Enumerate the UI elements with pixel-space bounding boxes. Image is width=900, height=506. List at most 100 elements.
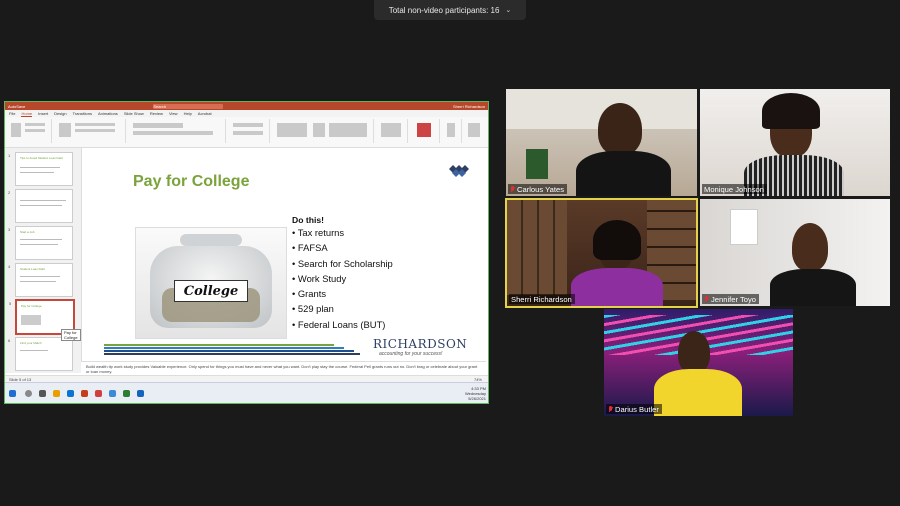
chrome-browser-icon[interactable] [95, 390, 102, 397]
jar-label: College [174, 280, 248, 302]
list-item: • Tax returns [292, 227, 345, 238]
list-item: • Work Study [292, 272, 347, 284]
drawing-group[interactable] [273, 119, 374, 143]
participant-name-label: Monique Johnson [702, 184, 767, 194]
slides-group[interactable] [55, 119, 126, 143]
paragraph-group[interactable] [229, 119, 270, 143]
windows-taskbar: 4:33 PM Wednesday 5/26/2021 [5, 382, 488, 403]
participant-torso [770, 269, 856, 306]
thumb-title: Find your Match [20, 341, 42, 345]
system-clock[interactable]: 4:33 PM Wednesday 5/26/2021 [465, 386, 486, 401]
menu-transitions[interactable]: Transitions [73, 111, 92, 116]
participant-name-label: Jennifer Toyo [702, 294, 760, 304]
edge-browser-icon[interactable] [67, 390, 74, 397]
designer-group[interactable] [463, 119, 485, 143]
thumbnail-tooltip: Pay for College [61, 329, 81, 341]
windows-start-icon[interactable] [9, 390, 16, 397]
do-this-list: Do this! • Tax returns • FAFSA • Search … [292, 215, 393, 334]
participant-name-label: Darius Butler [606, 404, 662, 414]
college-jar-image: College [135, 227, 287, 339]
thumb-number: 3 [8, 227, 11, 232]
menu-file[interactable]: File [9, 111, 15, 116]
participant-name-label: Carlous Yates [508, 184, 567, 194]
participant-torso [576, 151, 671, 196]
clock-date: 5/26/2021 [468, 396, 486, 401]
autosave-toggle[interactable]: AutoSave [8, 104, 25, 109]
list-item: • 529 plan [292, 303, 334, 315]
jar-lid [180, 234, 242, 246]
richardson-diamond-logo-icon [449, 165, 469, 177]
video-tile-darius-butler[interactable]: Darius Butler [604, 309, 793, 416]
slide-title: Pay for College [133, 173, 250, 190]
richardson-tagline: accounting for your success! [379, 351, 443, 357]
task-view-icon[interactable] [39, 390, 46, 397]
app-icon[interactable] [137, 390, 144, 397]
participant-face [598, 103, 642, 155]
muted-mic-icon [510, 185, 515, 193]
file-explorer-icon[interactable] [53, 390, 60, 397]
slide-thumbnail[interactable]: 2 [8, 189, 73, 223]
search-box[interactable]: Search [153, 103, 224, 109]
muted-mic-icon [704, 295, 709, 303]
participant-face [792, 223, 828, 271]
menu-acrobat[interactable]: Acrobat [198, 111, 212, 116]
list-item: • Federal Loans (BUT) [292, 318, 386, 330]
slide-canvas[interactable]: Pay for College College Do this! • Tax r… [104, 153, 488, 357]
video-tile-sherri-richardson[interactable]: Sherri Richardson [505, 198, 698, 308]
menu-view[interactable]: View [169, 111, 178, 116]
video-tile-jennifer-toyo[interactable]: Jennifer Toyo [700, 199, 890, 306]
thumb-number: 2 [8, 190, 11, 195]
slide-thumbnail[interactable]: 3 Start a Job [8, 226, 73, 260]
participant-name-label: Sherri Richardson [509, 294, 575, 304]
menu-review[interactable]: Review [150, 111, 163, 116]
menu-insert[interactable]: Insert [38, 111, 48, 116]
menu-slide-show[interactable]: Slide Show [124, 111, 144, 116]
thumb-title: Start a Job [20, 230, 35, 234]
list-item: • FAFSA [292, 242, 328, 254]
richardson-logo-text: RICHARDSON [373, 337, 468, 351]
thumb-number: 1 [8, 153, 11, 158]
muted-mic-icon [608, 405, 613, 413]
menu-animations[interactable]: Animations [98, 111, 118, 116]
slide-thumbnail[interactable]: 4 Student Loan Debt [8, 263, 73, 297]
menu-home[interactable]: Home [21, 111, 33, 117]
adobe-acrobat-group[interactable] [411, 119, 440, 143]
user-name: Sherri Richardson [452, 103, 485, 109]
participant-torso [654, 369, 742, 416]
powerpoint-app-icon[interactable] [81, 390, 88, 397]
slide-thumbnails-pane: 1 Tips to Avoid Student Loan Debt 2 3 Star… [5, 148, 82, 373]
ribbon-menu: File Home Insert Design Transitions Anim… [5, 110, 488, 117]
thumb-title: Pay for College [21, 304, 42, 308]
menu-design[interactable]: Design [54, 111, 66, 116]
thumb-number: 4 [8, 264, 11, 269]
zoom-app-icon[interactable] [109, 390, 116, 397]
voice-group[interactable] [441, 119, 462, 143]
list-item: • Search for Scholarship [292, 257, 393, 269]
thumb-number: 5 [9, 301, 12, 306]
editing-group[interactable] [377, 119, 408, 143]
app-icon[interactable] [123, 390, 130, 397]
list-item: • Grants [292, 288, 327, 300]
clipboard-group[interactable] [7, 119, 52, 143]
shared-screen: AutoSave Search Sherri Richardson File H… [4, 101, 489, 404]
speaker-notes[interactable]: Build wealth tip work study provides Val… [81, 361, 486, 376]
thumb-title: Student Loan Debt [20, 267, 46, 271]
video-tile-carlous-yates[interactable]: Carlous Yates [506, 89, 697, 196]
decorative-stripes [104, 344, 360, 357]
menu-help[interactable]: Help [184, 111, 192, 116]
video-tile-monique-johnson[interactable]: Monique Johnson [700, 89, 890, 196]
slide-thumbnail[interactable]: 6 Find your Match [8, 337, 73, 371]
ribbon-toolbar [5, 117, 488, 148]
list-heading: Do this! [292, 215, 324, 225]
slide-thumbnail[interactable]: 1 Tips to Avoid Student Loan Debt [8, 152, 73, 186]
non-video-participants-banner[interactable]: Total non-video participants: 16 ⌄ [374, 0, 526, 20]
participant-hair [762, 93, 820, 129]
participant-face [678, 331, 710, 373]
chevron-down-icon[interactable]: ⌄ [505, 6, 511, 14]
powerpoint-title-bar: AutoSave Search Sherri Richardson [5, 102, 488, 110]
participant-hair [593, 220, 641, 260]
search-icon[interactable] [25, 390, 32, 397]
search-box-text: Search [153, 103, 167, 109]
thumb-number: 6 [8, 338, 11, 343]
font-group[interactable] [129, 119, 226, 143]
